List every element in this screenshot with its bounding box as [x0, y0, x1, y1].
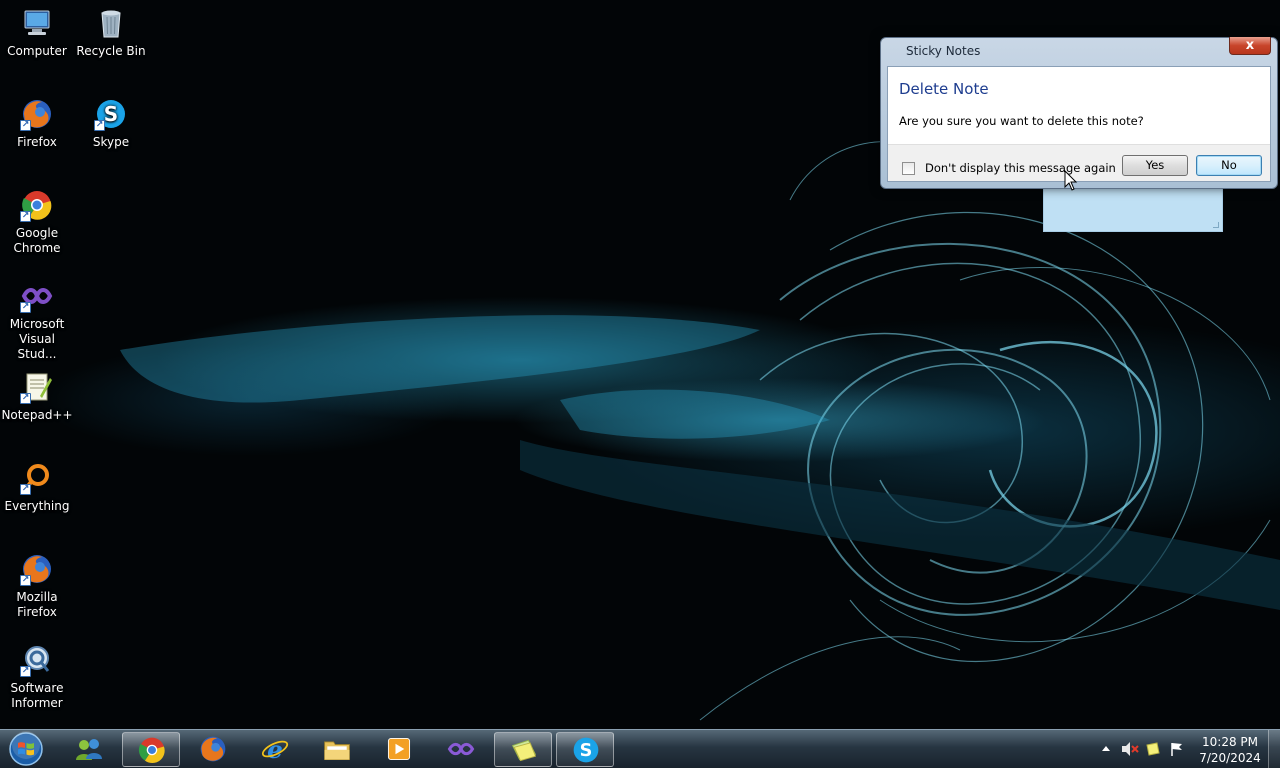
volume-muted-icon[interactable] — [1121, 741, 1139, 757]
show-desktop-button[interactable] — [1268, 730, 1280, 768]
shortcut-arrow-icon: ↗ — [20, 484, 31, 495]
software-informer-icon: ↗ — [20, 643, 54, 677]
shortcut-arrow-icon: ↗ — [20, 666, 31, 677]
shortcut-arrow-icon: ↗ — [20, 575, 31, 586]
close-icon: x — [1245, 38, 1255, 53]
desktop-icon-computer[interactable]: Computer — [0, 6, 74, 59]
taskbar-item-people[interactable] — [60, 732, 118, 767]
sticky-notes-icon — [511, 739, 537, 762]
desktop[interactable]: Computer Recycle Bin ↗ Firefox S ↗ Skype… — [0, 0, 1280, 729]
firefox-icon: ↗ — [20, 552, 54, 586]
skype-icon: S — [573, 737, 599, 763]
taskbar-item-visual-studio[interactable] — [432, 732, 490, 767]
close-button[interactable]: x — [1229, 37, 1271, 55]
start-button[interactable] — [4, 731, 48, 767]
desktop-icon-firefox[interactable]: ↗ Firefox — [0, 97, 74, 150]
notepadpp-icon: ↗ — [20, 370, 54, 404]
show-hidden-icons-icon[interactable] — [1101, 741, 1111, 757]
taskbar-item-media-player[interactable] — [370, 732, 428, 767]
shortcut-arrow-icon: ↗ — [20, 120, 31, 131]
firefox-icon: ↗ — [20, 97, 54, 131]
media-player-icon — [387, 737, 411, 761]
resize-grip-icon[interactable] — [1213, 222, 1219, 228]
delete-note-dialog: Sticky Notes x Delete Note Are you sure … — [880, 37, 1278, 189]
sticky-notes-tray-icon[interactable] — [1145, 741, 1161, 757]
taskbar-item-internet-explorer[interactable]: e — [246, 732, 304, 767]
taskbar-item-skype[interactable]: S — [556, 732, 614, 767]
visual-studio-icon: ↗ — [20, 279, 54, 313]
chrome-icon — [138, 737, 165, 764]
visual-studio-icon — [447, 742, 475, 756]
windows-logo-icon — [9, 731, 43, 766]
desktop-icon-recycle-bin[interactable]: Recycle Bin — [74, 6, 148, 59]
dont-display-checkbox[interactable] — [902, 162, 915, 175]
shortcut-arrow-icon: ↗ — [20, 302, 31, 313]
action-center-flag-icon[interactable] — [1169, 741, 1185, 757]
dialog-footer: Don't display this message again Yes No — [888, 144, 1270, 181]
people-icon — [76, 739, 102, 760]
desktop-icon-notepadpp[interactable]: ↗ Notepad++ — [0, 370, 74, 423]
taskbar-item-chrome[interactable] — [122, 732, 180, 767]
desktop-icon-skype[interactable]: S ↗ Skype — [74, 97, 148, 150]
no-button[interactable]: No — [1196, 155, 1262, 176]
internet-explorer-icon: e — [261, 735, 289, 764]
dialog-content: Delete Note Are you sure you want to del… — [887, 66, 1271, 182]
dialog-message: Are you sure you want to delete this not… — [899, 114, 1144, 128]
dont-display-label[interactable]: Don't display this message again — [925, 161, 1116, 175]
desktop-icon-software-informer[interactable]: ↗ Software Informer — [0, 643, 74, 711]
computer-icon — [20, 6, 54, 40]
recycle-bin-icon — [94, 6, 128, 40]
desktop-icon-everything[interactable]: ↗ Everything — [0, 461, 74, 514]
taskbar-item-windows-explorer[interactable] — [308, 732, 366, 767]
shortcut-arrow-icon: ↗ — [20, 211, 31, 222]
everything-icon: ↗ — [20, 461, 54, 495]
shortcut-arrow-icon: ↗ — [94, 120, 105, 131]
chrome-icon: ↗ — [20, 188, 54, 222]
svg-text:S: S — [580, 741, 593, 761]
dialog-window-title: Sticky Notes — [906, 44, 981, 58]
clock-date[interactable]: 7/20/2024 — [1192, 751, 1268, 765]
svg-text:e: e — [267, 735, 283, 764]
taskbar-item-sticky-notes[interactable] — [494, 732, 552, 767]
firefox-icon — [200, 736, 226, 762]
dialog-heading: Delete Note — [899, 80, 989, 98]
yes-button[interactable]: Yes — [1122, 155, 1188, 176]
desktop-icon-mozilla-firefox[interactable]: ↗ Mozilla Firefox — [0, 552, 74, 620]
taskbar-item-firefox[interactable] — [184, 732, 242, 767]
clock-time[interactable]: 10:28 PM — [1192, 735, 1268, 749]
taskbar: e S 10:28 PM 7/20/2024 — [0, 729, 1280, 768]
folder-icon — [324, 741, 350, 761]
shortcut-arrow-icon: ↗ — [20, 393, 31, 404]
skype-icon: S ↗ — [94, 97, 128, 131]
mouse-cursor-icon — [1064, 170, 1078, 191]
svg-text:S: S — [104, 102, 118, 126]
desktop-icon-visual-studio[interactable]: ↗ Microsoft Visual Stud... — [0, 279, 74, 362]
desktop-icon-google-chrome[interactable]: ↗ Google Chrome — [0, 188, 74, 256]
